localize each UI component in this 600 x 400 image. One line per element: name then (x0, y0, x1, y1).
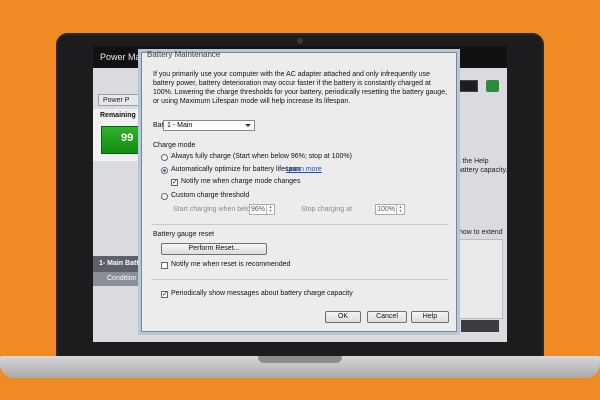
section-divider (151, 224, 449, 225)
notify-reset-label[interactable]: Notify me when reset is recommended (171, 261, 290, 268)
help-hint-text: s the Help battery capacity. (457, 157, 507, 175)
webcam-icon (297, 38, 303, 44)
remaining-battery-label: Remaining b (100, 112, 143, 119)
start-charging-value: 96% (250, 206, 265, 213)
learn-more-link[interactable]: Learn more (286, 166, 322, 173)
stepper-arrows-icon[interactable]: ▲ ▼ (266, 205, 274, 214)
notify-charge-mode-label[interactable]: Notify me when charge mode changes (181, 178, 300, 185)
battery-percent: 99 (121, 132, 134, 144)
cancel-button[interactable]: Cancel (367, 311, 407, 323)
background-info-panel (457, 239, 503, 319)
battery-list-header[interactable]: 1- Main Batt (93, 256, 143, 272)
background-button[interactable] (461, 320, 499, 332)
start-charging-label: Start charging when below (173, 206, 256, 213)
radio-auto-optimize[interactable] (161, 167, 168, 174)
charge-mode-label: Charge mode (153, 142, 196, 149)
dialog-title: Battery Maintenance (147, 50, 221, 59)
start-charging-stepper[interactable]: 96% ▲ ▼ (249, 204, 275, 215)
ok-button[interactable]: OK (325, 311, 361, 323)
auto-optimize-label[interactable]: Automatically optimize for battery lifes… (171, 166, 300, 173)
help-hint-line-1: s the Help (457, 158, 489, 165)
perform-reset-button[interactable]: Perform Reset... (161, 243, 267, 255)
battery-select[interactable]: 1 - Main (163, 120, 255, 131)
gauge-reset-label: Battery gauge reset (153, 231, 215, 238)
stop-charging-value: 100% (377, 206, 395, 213)
notify-reset-checkbox[interactable] (161, 262, 168, 269)
battery-select-value: 1 - Main (167, 122, 193, 129)
tab-power-plan[interactable]: Power P (98, 94, 143, 106)
laptop-opening-notch (258, 356, 342, 363)
periodic-messages-label[interactable]: Periodically show messages about battery… (171, 290, 353, 297)
extend-hint-text: how to extend (459, 229, 503, 236)
notify-charge-mode-checkbox[interactable]: ✓ (171, 179, 178, 186)
help-hint-line-2: battery capacity. (457, 167, 507, 174)
periodic-messages-checkbox[interactable]: ✓ (161, 291, 168, 298)
always-full-label[interactable]: Always fully charge (Start when below 96… (171, 153, 352, 160)
stop-charging-stepper[interactable]: 100% ▲ ▼ (375, 204, 405, 215)
dialog-description: If you primarily use your computer with … (153, 71, 448, 105)
laptop-screen: Power Mana Power P Remaining b 99 1- Mai… (93, 46, 507, 342)
stop-charging-label: Stop charging at (301, 206, 352, 213)
radio-custom-threshold[interactable] (161, 193, 168, 200)
help-button[interactable]: Help (411, 311, 449, 323)
stepper-arrows-icon[interactable]: ▲ ▼ (396, 205, 404, 214)
radio-always-full[interactable] (161, 154, 168, 161)
chevron-down-icon (245, 124, 251, 127)
section-divider (151, 279, 449, 280)
custom-threshold-label[interactable]: Custom charge threshold (171, 192, 249, 199)
app-tray-icon[interactable] (486, 80, 499, 92)
battery-condition-row[interactable]: Condition (93, 272, 143, 286)
